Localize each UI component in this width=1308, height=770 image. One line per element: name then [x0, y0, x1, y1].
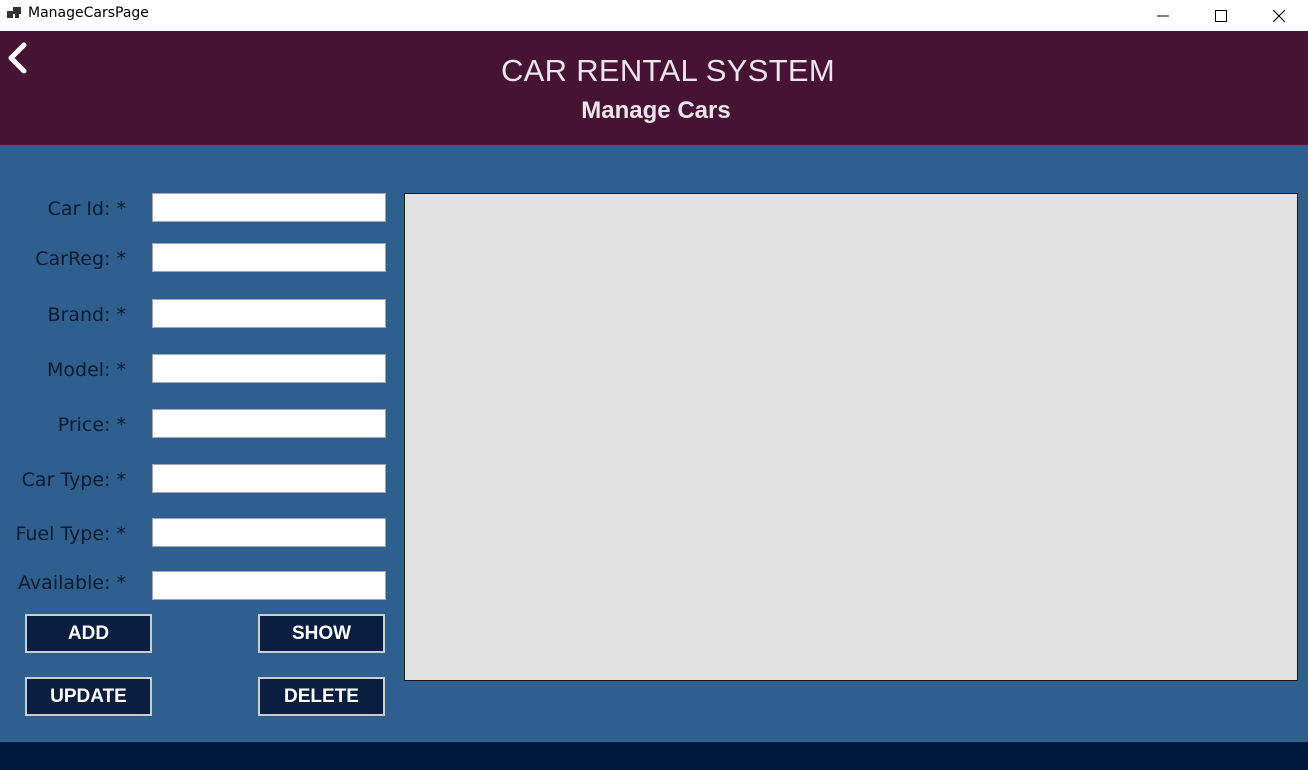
close-button[interactable] — [1250, 0, 1308, 31]
price-label: Price: * — [57, 414, 126, 436]
app-title: CAR RENTAL SYSTEM — [500, 53, 836, 88]
minimize-icon — [1157, 15, 1169, 16]
model-input[interactable] — [152, 354, 386, 383]
available-input[interactable] — [152, 571, 386, 600]
app-header: CAR RENTAL SYSTEM Manage Cars — [0, 31, 1308, 145]
fuel-type-input[interactable] — [152, 518, 386, 547]
brand-input[interactable] — [152, 299, 386, 328]
available-label: Available: * — [18, 572, 126, 594]
delete-button[interactable]: DELETE — [258, 677, 385, 716]
car-type-label: Car Type: * — [21, 469, 126, 491]
car-id-input[interactable] — [152, 193, 386, 222]
car-reg-label: CarReg: * — [35, 248, 126, 270]
window-title: ManageCarsPage — [28, 5, 149, 21]
page-title: Manage Cars — [581, 97, 731, 124]
maximize-icon — [1215, 9, 1227, 22]
close-icon — [1273, 9, 1285, 22]
cars-data-grid[interactable] — [404, 193, 1298, 681]
maximize-button[interactable] — [1192, 0, 1250, 31]
minimize-button[interactable] — [1134, 0, 1192, 31]
app-icon — [7, 7, 21, 18]
show-button[interactable]: SHOW — [258, 614, 385, 653]
model-label: Model: * — [47, 359, 126, 381]
car-reg-input[interactable] — [152, 243, 386, 272]
window-titlebar: ManageCarsPage — [0, 0, 1308, 31]
price-input[interactable] — [152, 409, 386, 438]
update-button[interactable]: UPDATE — [25, 677, 152, 716]
add-button[interactable]: ADD — [25, 614, 152, 653]
car-id-label: Car Id: * — [47, 198, 126, 220]
fuel-type-label: Fuel Type: * — [15, 523, 126, 545]
car-type-input[interactable] — [152, 464, 386, 493]
brand-label: Brand: * — [47, 304, 126, 326]
footer-bar — [0, 742, 1308, 770]
